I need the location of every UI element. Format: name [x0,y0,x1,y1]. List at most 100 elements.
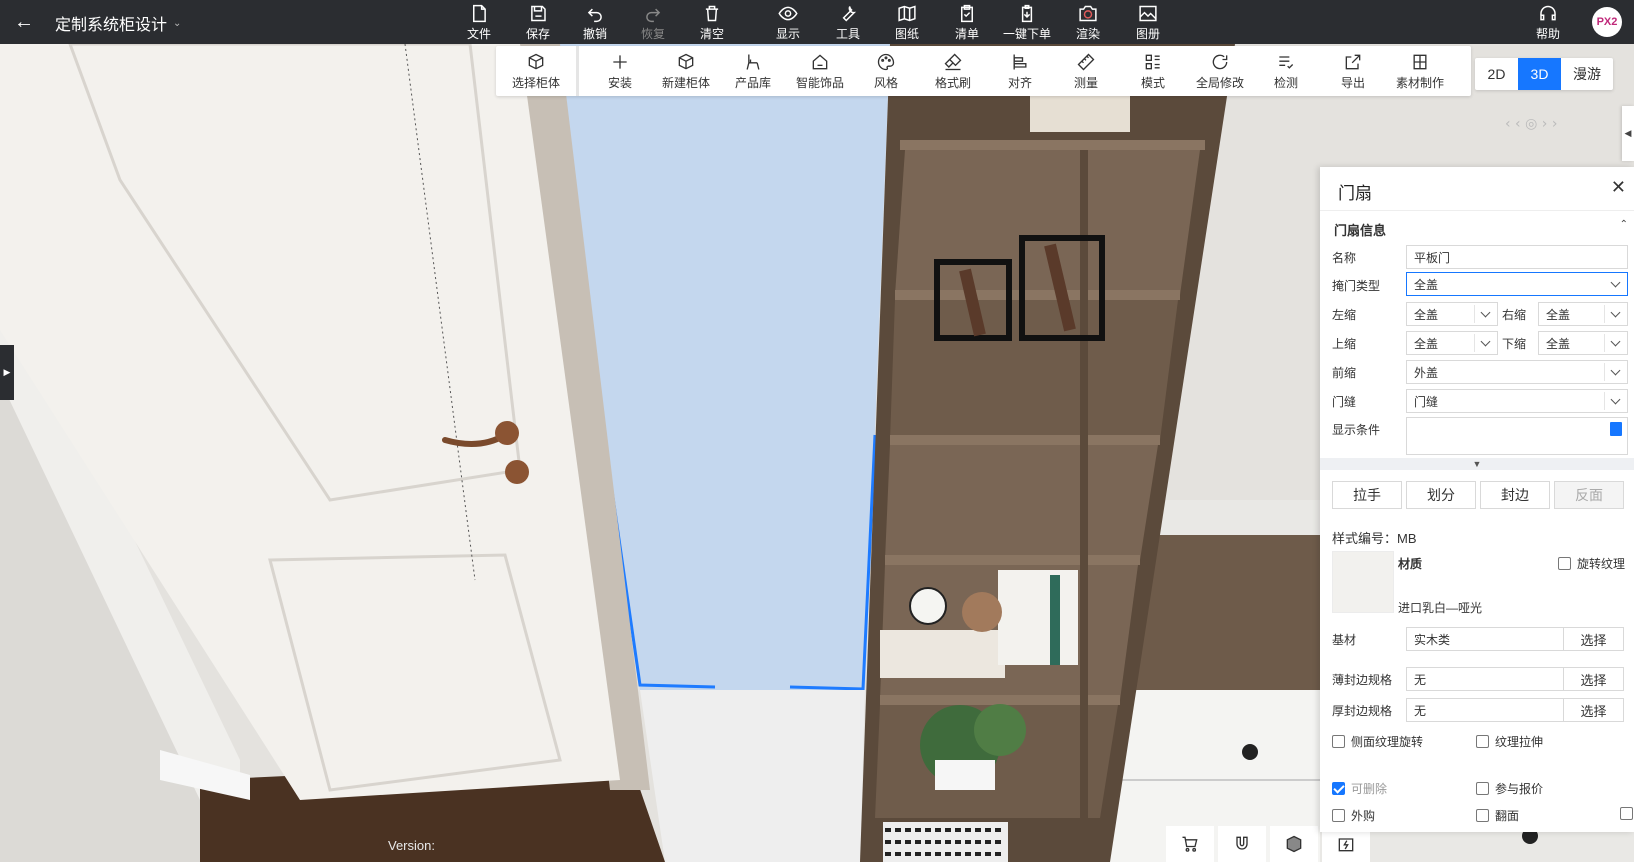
outsource-checkbox[interactable]: 外购 [1332,807,1375,824]
eye-icon [778,6,798,21]
material-thumbnail[interactable] [1332,551,1394,613]
bottom-shrink-label: 下缩 [1502,337,1527,351]
right-panel-toggle[interactable]: ◀ [1622,106,1634,161]
texture-stretch-checkbox[interactable]: 纹理拉伸 [1476,733,1543,750]
view-walk-button[interactable]: 漫游 [1561,58,1613,90]
product-library-button[interactable]: 产品库 [721,49,785,93]
format-brush-button[interactable]: 格式刷 [921,49,985,93]
checkbox-box [1476,809,1489,822]
export-button[interactable]: 导出 [1321,49,1385,93]
trash-icon [705,5,719,22]
select-divider [1474,305,1475,323]
extra-checkbox[interactable] [1620,807,1633,820]
flip-checkbox[interactable]: 翻面 [1476,807,1519,824]
material-make-button[interactable]: 素材制作 [1388,49,1452,93]
checkbox-box [1476,735,1489,748]
close-icon[interactable]: ✕ [1611,177,1626,198]
refresh-icon [1212,54,1228,70]
cart-icon [1182,836,1198,852]
cart-button[interactable] [1166,826,1214,862]
door-action-buttons: 拉手 划分 封边 反面 [1332,481,1624,509]
door-type-select[interactable]: 全盖 [1406,272,1628,296]
chevron-up-icon[interactable]: ⌃ [1620,219,1628,230]
svg-text:‹ ‹ ◎ › ›: ‹ ‹ ◎ › › [1505,116,1557,132]
deletable-checkbox[interactable]: 可删除 [1332,780,1387,797]
smart-decor-button[interactable]: 智能饰品 [788,49,852,93]
select-divider [1604,305,1605,323]
join-quote-checkbox[interactable]: 参与报价 [1476,780,1543,797]
reverse-side-button[interactable]: 反面 [1554,481,1624,509]
calculator-icon[interactable] [1610,422,1622,436]
render-button[interactable]: 渲染 [1062,2,1114,42]
one-click-order-button[interactable]: 一键下单 [1001,2,1053,42]
name-input[interactable]: 平板门 [1406,245,1628,269]
select-cabinet-button[interactable]: 选择柜体 [504,49,568,93]
edge-banding-button[interactable]: 封边 [1480,481,1550,509]
thin-edge-choose-button[interactable]: 选择 [1564,667,1624,691]
left-shrink-select[interactable]: 全盖 [1406,302,1498,326]
measure-button[interactable]: 测量 [1054,49,1118,93]
clipboard-icon [961,4,973,23]
file-button[interactable]: 文件 [453,2,505,42]
tools-button[interactable]: 工具 [822,2,874,42]
top-shrink-select[interactable]: 全盖 [1406,331,1498,355]
chevron-down-icon: ⌄ [173,17,182,29]
mode-button[interactable]: 模式 [1121,49,1185,93]
triangle-down-icon: ▼ [1472,459,1482,469]
global-modify-button[interactable]: 全局修改 [1188,49,1252,93]
secondary-toolbar: 选择柜体 安装 新建柜体 产品库 智能饰品 风格 格式刷 对齐 测量 模式 全局… [496,46,1471,96]
top-toolbar: ← 定制系统柜设计 ⌄ 文件 保存 撤销 恢复 清空 显示 工具 图纸 清单 一… [0,0,1634,44]
bottom-shrink-select[interactable]: 全盖 [1538,331,1628,355]
view-2d-button[interactable]: 2D [1475,58,1518,90]
ruler-icon [1077,53,1095,71]
view-3d-button[interactable]: 3D [1518,58,1561,90]
right-shrink-select[interactable]: 全盖 [1538,302,1628,326]
front-shrink-select[interactable]: 外盖 [1406,360,1628,384]
undo-button[interactable]: 撤销 [569,2,621,42]
side-texture-rotate-checkbox[interactable]: 侧面纹理旋转 [1332,733,1423,750]
camera-icon [1079,5,1097,22]
install-button[interactable]: 安装 [588,49,652,93]
inspect-button[interactable]: 检测 [1254,49,1318,93]
display-condition-input[interactable] [1406,417,1628,455]
box-view-button[interactable] [1270,826,1318,862]
align-button[interactable]: 对齐 [988,49,1052,93]
magnet-button[interactable] [1218,826,1266,862]
project-title-dropdown[interactable]: 定制系统柜设计 ⌄ [55,11,181,35]
headset-icon [1540,5,1556,21]
front-shrink-label: 前缩 [1332,366,1357,380]
version-label: Version: [388,838,435,853]
redo-button[interactable]: 恢复 [627,2,679,42]
project-title: 定制系统柜设计 [55,17,168,34]
help-button[interactable]: 帮助 [1522,2,1574,42]
back-arrow-icon[interactable]: ← [12,10,36,34]
handle-button[interactable]: 拉手 [1332,481,1402,509]
door-property-panel: 门扇 ✕ 门扇信息 ⌃ 名称 平板门 掩门类型 全盖 左缩 全盖 右缩 全盖 上… [1320,167,1634,832]
collapse-toggle[interactable]: ▼ [1320,458,1634,470]
thin-edge-label: 薄封边规格 [1332,673,1393,687]
divide-button[interactable]: 划分 [1406,481,1476,509]
name-label: 名称 [1332,251,1357,265]
clear-button[interactable]: 清空 [686,2,738,42]
checkbox-box [1476,782,1489,795]
display-button[interactable]: 显示 [762,2,814,42]
drawings-button[interactable]: 图纸 [881,2,933,42]
avatar[interactable]: PX2 [1592,7,1622,37]
view-mode-toggle: 2D 3D 漫游 [1475,58,1613,90]
style-button[interactable]: 风格 [854,49,918,93]
export-icon [1345,54,1361,70]
flash-icon [1338,838,1354,852]
plus-icon [613,55,627,69]
section-title: 门扇信息 [1334,223,1387,238]
rotate-texture-checkbox[interactable]: 旋转纹理 [1558,555,1625,572]
save-button[interactable]: 保存 [512,2,564,42]
left-panel-toggle[interactable]: ▶ [0,345,14,400]
new-cabinet-button[interactable]: 新建柜体 [654,49,718,93]
door-gap-select[interactable]: 门缝 [1406,389,1628,413]
thick-edge-choose-button[interactable]: 选择 [1564,698,1624,722]
base-material-choose-button[interactable]: 选择 [1564,627,1624,651]
undo-icon [587,8,602,23]
palette-icon [877,53,895,71]
album-button[interactable]: 图册 [1122,2,1174,42]
bill-list-button[interactable]: 清单 [941,2,993,42]
